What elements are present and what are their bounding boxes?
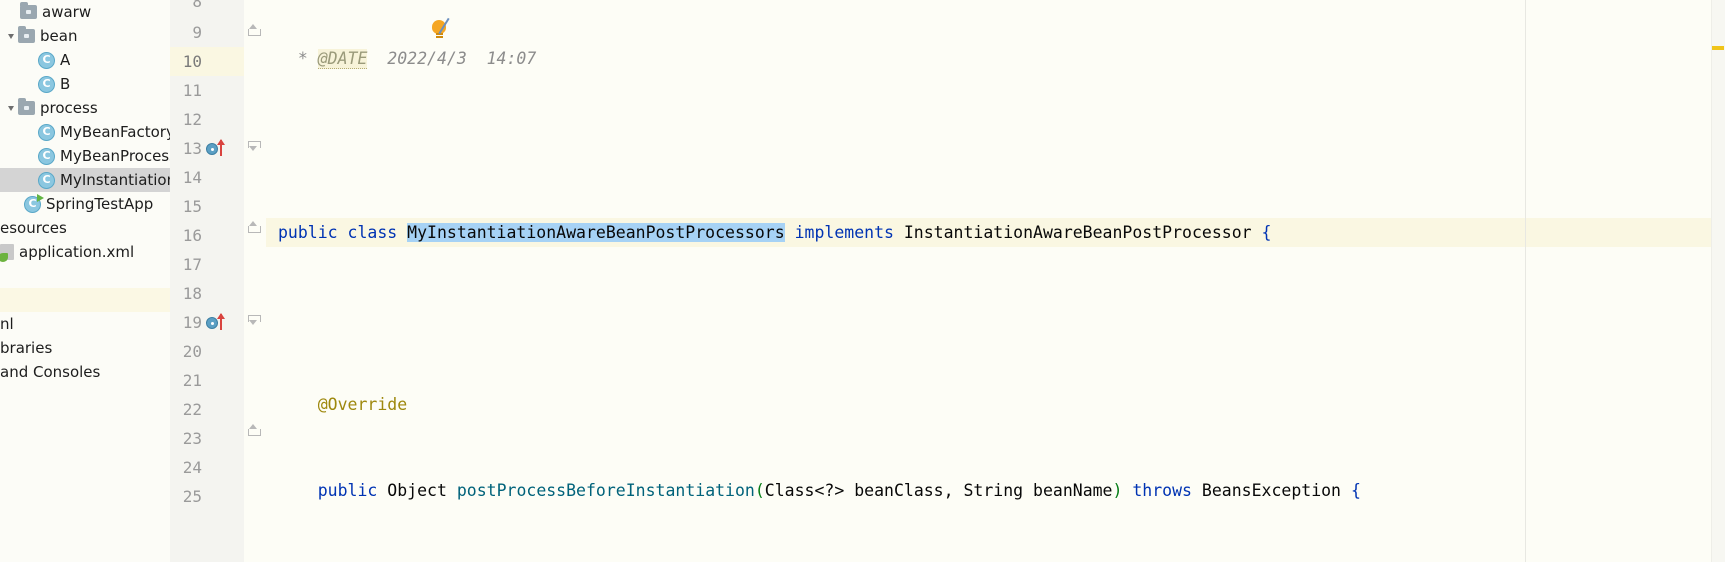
folder-icon bbox=[18, 26, 35, 43]
folder-icon bbox=[20, 2, 37, 19]
tree-item-label: braries bbox=[0, 339, 53, 357]
code-line-8[interactable]: * @DATE 2022/4/3 14:07 bbox=[266, 49, 1725, 75]
tree-item-awarw[interactable]: awarw bbox=[0, 0, 170, 24]
code-line-10[interactable]: public class MyInstantiationAwareBeanPos… bbox=[266, 218, 1725, 247]
tree-item-label: MyInstantiationAw bbox=[60, 171, 170, 189]
fold-marker-icon[interactable] bbox=[248, 314, 261, 327]
code-text-area[interactable]: * @DATE 2022/4/3 14:07 public class MyIn… bbox=[266, 0, 1725, 562]
line-number-10[interactable]: 10 bbox=[170, 47, 244, 76]
tree-item-label: awarw bbox=[42, 3, 92, 21]
param-type-class: Class<?> bbox=[764, 481, 845, 500]
line-number-25[interactable]: 25 bbox=[170, 482, 244, 511]
twisty-expanded-icon[interactable] bbox=[6, 24, 18, 48]
line-number-11[interactable]: 11 bbox=[170, 76, 244, 105]
folder-icon bbox=[18, 98, 35, 115]
line-number-17[interactable]: 17 bbox=[170, 250, 244, 279]
scrollbar-warning-mark[interactable] bbox=[1712, 46, 1724, 50]
line-number-20[interactable]: 20 bbox=[170, 337, 244, 366]
project-tree[interactable]: awarwbeanCACBprocessCMyBeanFactoryPrCMyB… bbox=[0, 0, 170, 384]
line-number-24[interactable]: 24 bbox=[170, 453, 244, 482]
tree-item-process[interactable]: process bbox=[0, 96, 170, 120]
kw-implements: implements bbox=[794, 223, 894, 242]
tree-item-label: application.xml bbox=[19, 243, 135, 261]
javadoc-date-tag: @DATE bbox=[317, 49, 368, 69]
class-icon: C bbox=[38, 51, 55, 69]
editor-scrollbar[interactable] bbox=[1711, 0, 1725, 562]
fold-marker-icon[interactable] bbox=[248, 424, 261, 437]
tree-item-label: A bbox=[60, 51, 71, 69]
code-line-9[interactable] bbox=[266, 132, 1725, 161]
tree-item-label: SpringTestApp bbox=[46, 195, 154, 213]
tree-item-label: and Consoles bbox=[0, 363, 101, 381]
param-list: beanClass, String beanName bbox=[844, 481, 1113, 500]
tree-item-label: MyBeanFactoryPr bbox=[60, 123, 170, 141]
code-line-12[interactable]: @Override bbox=[266, 390, 1725, 419]
right-margin-guide bbox=[1525, 0, 1526, 562]
line-number-19[interactable]: 19 bbox=[170, 308, 244, 337]
interface-name: InstantiationAwareBeanPostProcessor bbox=[903, 223, 1252, 242]
line-number-15[interactable]: 15 bbox=[170, 192, 244, 221]
tree-item-springtestapp[interactable]: C SpringTestApp bbox=[0, 192, 170, 216]
fold-marker-icon[interactable] bbox=[248, 140, 261, 153]
tree-item-label: B bbox=[60, 75, 71, 93]
tree-item-label: MyBeanProcessor bbox=[60, 147, 170, 165]
open-brace: { bbox=[1261, 223, 1272, 242]
line-number-22[interactable]: 22 bbox=[170, 395, 244, 424]
tree-item-blank[interactable] bbox=[0, 264, 170, 288]
return-type: Object bbox=[387, 481, 447, 500]
tree-item-blank[interactable] bbox=[0, 288, 170, 312]
class-runnable-icon: C bbox=[24, 193, 44, 213]
tree-item-nl[interactable]: nl bbox=[0, 312, 170, 336]
kw-class: class bbox=[347, 223, 398, 242]
tree-item-myinstantiationaw[interactable]: C MyInstantiationAw bbox=[0, 168, 170, 192]
project-tree-panel[interactable]: awarwbeanCACBprocessCMyBeanFactoryPrCMyB… bbox=[0, 0, 170, 562]
tree-item-braries[interactable]: braries bbox=[0, 336, 170, 360]
line-number-18[interactable]: 18 bbox=[170, 279, 244, 308]
line-number-12[interactable]: 12 bbox=[170, 105, 244, 134]
line-number-14[interactable]: 14 bbox=[170, 163, 244, 192]
fold-marker-icon[interactable] bbox=[248, 24, 261, 37]
tree-item-label: bean bbox=[40, 27, 78, 45]
kw-public: public bbox=[278, 223, 338, 242]
line-number-21[interactable]: 21 bbox=[170, 366, 244, 395]
kw-throws: throws bbox=[1132, 481, 1192, 500]
xml-file-icon bbox=[0, 244, 14, 262]
open-brace: { bbox=[1350, 481, 1361, 500]
tree-item-a[interactable]: CA bbox=[0, 48, 170, 72]
tree-item-bean[interactable]: bean bbox=[0, 24, 170, 48]
line-number-13[interactable]: 13 bbox=[170, 134, 244, 163]
tree-item-mybeanfactorypr[interactable]: C MyBeanFactoryPr bbox=[0, 120, 170, 144]
tree-item-label: process bbox=[40, 99, 98, 117]
line-number-23[interactable]: 23 bbox=[170, 424, 244, 453]
fold-marker-icon[interactable] bbox=[248, 221, 261, 234]
ide-window: awarwbeanCACBprocessCMyBeanFactoryPrCMyB… bbox=[0, 0, 1725, 562]
class-icon: C bbox=[38, 75, 55, 93]
line-number-column: 8 9 10 11 12 13 14 15 16 17 18 19 20 21 22 23 24 25 bbox=[170, 0, 244, 511]
method-name: postProcessBeforeInstantiation bbox=[456, 481, 755, 500]
kw-public: public bbox=[317, 481, 378, 500]
tree-item-mybeanprocessor[interactable]: C MyBeanProcessor bbox=[0, 144, 170, 168]
tree-item-esources[interactable]: esources bbox=[0, 216, 170, 240]
code-editor[interactable]: 8 9 10 11 12 13 14 15 16 17 18 19 20 21 22 23 24 25 bbox=[170, 0, 1725, 562]
line-number-8[interactable]: 8 bbox=[170, 0, 244, 18]
code-line-11[interactable] bbox=[266, 304, 1725, 333]
tree-item-application-xml[interactable]: application.xml bbox=[0, 240, 170, 264]
tree-item-b[interactable]: CB bbox=[0, 72, 170, 96]
code-fold-column[interactable] bbox=[244, 0, 266, 562]
line-number-16[interactable]: 16 bbox=[170, 221, 244, 250]
class-icon: C bbox=[38, 171, 55, 189]
selected-class-name[interactable]: MyInstantiationAwareBeanPostProcessors bbox=[407, 223, 785, 242]
tree-item-label: esources bbox=[0, 219, 67, 237]
line-number-9[interactable]: 9 bbox=[170, 18, 244, 47]
class-icon: C bbox=[38, 147, 55, 165]
annotation-override: @Override bbox=[317, 395, 408, 414]
exception-type: BeansException bbox=[1201, 481, 1341, 500]
tree-item-label: nl bbox=[0, 315, 14, 333]
editor-gutter[interactable]: 8 9 10 11 12 13 14 15 16 17 18 19 20 21 22 23 24 25 bbox=[170, 0, 244, 562]
code-line-13[interactable]: public Object postProcessBeforeInstantia… bbox=[266, 476, 1725, 505]
tree-item-and-consoles[interactable]: and Consoles bbox=[0, 360, 170, 384]
twisty-expanded-icon[interactable] bbox=[6, 96, 18, 120]
class-icon: C bbox=[38, 123, 55, 141]
